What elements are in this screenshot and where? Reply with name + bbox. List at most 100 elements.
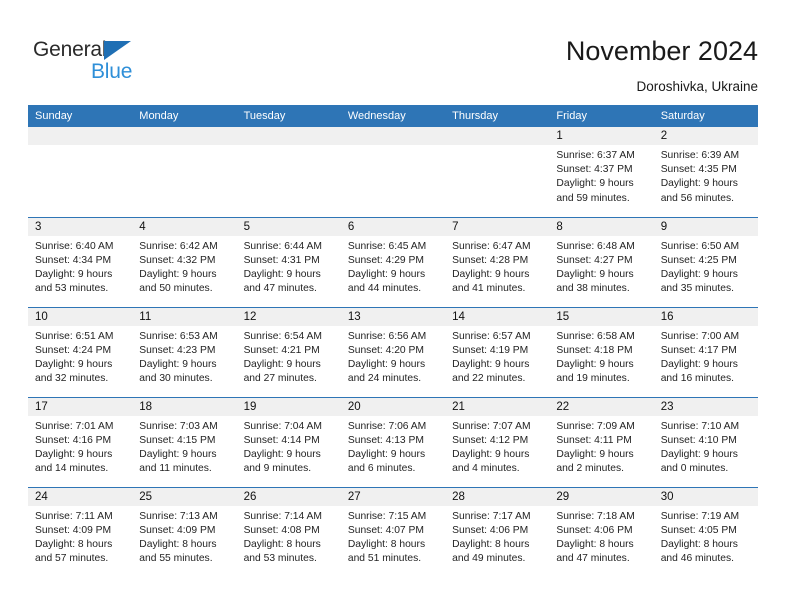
day-number: 16 bbox=[653, 307, 758, 326]
day-cell[interactable]: 19 Sunrise: 7:04 AM Sunset: 4:14 PM Dayl… bbox=[236, 396, 341, 487]
day-cell[interactable] bbox=[132, 127, 237, 217]
day-details: Sunrise: 6:50 AM Sunset: 4:25 PM Dayligh… bbox=[654, 236, 758, 297]
daylight-text-line2: and 24 minutes. bbox=[347, 373, 422, 385]
sunset-text: Sunset: 4:32 PM bbox=[139, 254, 216, 266]
daylight-text-line2: and 38 minutes. bbox=[556, 283, 630, 295]
daylight-text-line1: Daylight: 9 hours bbox=[243, 358, 321, 370]
weekday-header-saturday: Saturday bbox=[653, 105, 758, 127]
day-cell[interactable]: 23 Sunrise: 7:10 AM Sunset: 4:10 PM Dayl… bbox=[653, 396, 758, 487]
day-details: Sunrise: 7:00 AM Sunset: 4:17 PM Dayligh… bbox=[654, 326, 758, 387]
day-details: Sunrise: 6:42 AM Sunset: 4:32 PM Dayligh… bbox=[132, 236, 236, 297]
day-details: Sunrise: 6:48 AM Sunset: 4:27 PM Dayligh… bbox=[549, 236, 653, 297]
day-cell[interactable] bbox=[236, 127, 341, 217]
daylight-text-line1: Daylight: 9 hours bbox=[660, 358, 738, 370]
day-number: 11 bbox=[132, 307, 237, 326]
day-cell[interactable]: 11 Sunrise: 6:53 AM Sunset: 4:23 PM Dayl… bbox=[132, 306, 237, 397]
day-details bbox=[341, 145, 445, 149]
day-cell[interactable] bbox=[445, 127, 550, 217]
day-details: Sunrise: 6:37 AM Sunset: 4:37 PM Dayligh… bbox=[549, 145, 653, 206]
sunrise-text: Sunrise: 7:14 AM bbox=[243, 510, 322, 522]
day-details: Sunrise: 6:45 AM Sunset: 4:29 PM Dayligh… bbox=[341, 236, 445, 297]
day-cell[interactable]: 24 Sunrise: 7:11 AM Sunset: 4:09 PM Dayl… bbox=[28, 486, 133, 577]
day-details: Sunrise: 7:10 AM Sunset: 4:10 PM Dayligh… bbox=[654, 416, 758, 477]
day-cell[interactable]: 20 Sunrise: 7:06 AM Sunset: 4:13 PM Dayl… bbox=[340, 396, 446, 487]
sunrise-text: Sunrise: 6:50 AM bbox=[660, 240, 740, 252]
day-cell[interactable]: 1 Sunrise: 6:37 AM Sunset: 4:37 PM Dayli… bbox=[549, 127, 654, 217]
day-details: Sunrise: 7:13 AM Sunset: 4:09 PM Dayligh… bbox=[132, 506, 236, 567]
day-cell[interactable]: 29 Sunrise: 7:18 AM Sunset: 4:06 PM Dayl… bbox=[549, 486, 654, 577]
day-cell[interactable]: 5 Sunrise: 6:44 AM Sunset: 4:31 PM Dayli… bbox=[236, 216, 341, 307]
weekday-header-friday: Friday bbox=[549, 105, 654, 127]
day-details: Sunrise: 7:06 AM Sunset: 4:13 PM Dayligh… bbox=[341, 416, 445, 477]
daylight-text-line2: and 22 minutes. bbox=[452, 373, 526, 385]
day-cell[interactable]: 25 Sunrise: 7:13 AM Sunset: 4:09 PM Dayl… bbox=[132, 486, 237, 577]
day-cell[interactable]: 21 Sunrise: 7:07 AM Sunset: 4:12 PM Dayl… bbox=[445, 396, 550, 487]
day-cell[interactable]: 30 Sunrise: 7:19 AM Sunset: 4:05 PM Dayl… bbox=[653, 486, 758, 577]
day-cell[interactable]: 18 Sunrise: 7:03 AM Sunset: 4:15 PM Dayl… bbox=[132, 396, 237, 487]
day-cell[interactable]: 15 Sunrise: 6:58 AM Sunset: 4:18 PM Dayl… bbox=[549, 306, 654, 397]
sunset-text: Sunset: 4:31 PM bbox=[243, 254, 320, 266]
day-number bbox=[340, 127, 446, 145]
sunset-text: Sunset: 4:11 PM bbox=[556, 434, 632, 446]
page-header: General Blue November 2024 Doroshivka, U… bbox=[0, 0, 792, 100]
sunset-text: Sunset: 4:21 PM bbox=[243, 344, 320, 356]
daylight-text-line1: Daylight: 8 hours bbox=[35, 538, 113, 550]
calendar-body: 1 Sunrise: 6:37 AM Sunset: 4:37 PM Dayli… bbox=[28, 127, 758, 577]
daylight-text-line2: and 19 minutes. bbox=[556, 373, 630, 385]
day-cell[interactable]: 10 Sunrise: 6:51 AM Sunset: 4:24 PM Dayl… bbox=[28, 306, 133, 397]
day-number: 30 bbox=[653, 487, 758, 506]
daylight-text-line1: Daylight: 9 hours bbox=[347, 358, 426, 370]
day-cell[interactable]: 16 Sunrise: 7:00 AM Sunset: 4:17 PM Dayl… bbox=[653, 306, 758, 397]
day-number: 3 bbox=[28, 217, 133, 236]
daylight-text-line1: Daylight: 9 hours bbox=[452, 268, 530, 280]
sunset-text: Sunset: 4:24 PM bbox=[35, 344, 112, 356]
sunset-text: Sunset: 4:07 PM bbox=[347, 524, 424, 536]
week-row: 3 Sunrise: 6:40 AM Sunset: 4:34 PM Dayli… bbox=[28, 216, 758, 307]
sunrise-text: Sunrise: 6:53 AM bbox=[139, 330, 218, 342]
day-cell[interactable]: 12 Sunrise: 6:54 AM Sunset: 4:21 PM Dayl… bbox=[236, 306, 341, 397]
weekday-header-thursday: Thursday bbox=[445, 105, 550, 127]
daylight-text-line2: and 56 minutes. bbox=[660, 192, 734, 204]
daylight-text-line2: and 41 minutes. bbox=[452, 283, 526, 295]
day-cell[interactable] bbox=[340, 127, 446, 217]
sunrise-text: Sunrise: 6:58 AM bbox=[556, 330, 635, 342]
daylight-text-line2: and 55 minutes. bbox=[139, 553, 213, 565]
sunset-text: Sunset: 4:37 PM bbox=[556, 164, 633, 176]
sunrise-text: Sunrise: 6:54 AM bbox=[243, 330, 322, 342]
day-details: Sunrise: 7:11 AM Sunset: 4:09 PM Dayligh… bbox=[28, 506, 132, 567]
day-cell[interactable]: 3 Sunrise: 6:40 AM Sunset: 4:34 PM Dayli… bbox=[28, 216, 133, 307]
day-cell[interactable]: 9 Sunrise: 6:50 AM Sunset: 4:25 PM Dayli… bbox=[653, 216, 758, 307]
day-cell[interactable]: 28 Sunrise: 7:17 AM Sunset: 4:06 PM Dayl… bbox=[445, 486, 550, 577]
week-row: 24 Sunrise: 7:11 AM Sunset: 4:09 PM Dayl… bbox=[28, 486, 758, 577]
daylight-text-line1: Daylight: 9 hours bbox=[452, 448, 530, 460]
day-cell[interactable]: 4 Sunrise: 6:42 AM Sunset: 4:32 PM Dayli… bbox=[132, 216, 237, 307]
day-cell[interactable]: 7 Sunrise: 6:47 AM Sunset: 4:28 PM Dayli… bbox=[445, 216, 550, 307]
daylight-text-line1: Daylight: 9 hours bbox=[139, 358, 217, 370]
daylight-text-line2: and 16 minutes. bbox=[660, 373, 734, 385]
sunset-text: Sunset: 4:09 PM bbox=[139, 524, 216, 536]
sunrise-text: Sunrise: 7:18 AM bbox=[556, 510, 635, 522]
daylight-text-line2: and 27 minutes. bbox=[243, 373, 317, 385]
day-cell[interactable]: 2 Sunrise: 6:39 AM Sunset: 4:35 PM Dayli… bbox=[653, 127, 758, 217]
day-number: 9 bbox=[653, 217, 758, 236]
day-cell[interactable]: 8 Sunrise: 6:48 AM Sunset: 4:27 PM Dayli… bbox=[549, 216, 654, 307]
day-cell[interactable]: 17 Sunrise: 7:01 AM Sunset: 4:16 PM Dayl… bbox=[28, 396, 133, 487]
day-number: 26 bbox=[236, 487, 341, 506]
day-cell[interactable]: 26 Sunrise: 7:14 AM Sunset: 4:08 PM Dayl… bbox=[236, 486, 341, 577]
day-details bbox=[28, 145, 132, 149]
day-cell[interactable]: 14 Sunrise: 6:57 AM Sunset: 4:19 PM Dayl… bbox=[445, 306, 550, 397]
daylight-text-line1: Daylight: 9 hours bbox=[660, 178, 738, 190]
day-cell[interactable]: 22 Sunrise: 7:09 AM Sunset: 4:11 PM Dayl… bbox=[549, 396, 654, 487]
day-number: 27 bbox=[340, 487, 446, 506]
day-details: Sunrise: 6:56 AM Sunset: 4:20 PM Dayligh… bbox=[341, 326, 445, 387]
day-cell[interactable]: 13 Sunrise: 6:56 AM Sunset: 4:20 PM Dayl… bbox=[340, 306, 446, 397]
sunrise-text: Sunrise: 6:51 AM bbox=[35, 330, 114, 342]
daylight-text-line1: Daylight: 9 hours bbox=[35, 358, 113, 370]
daylight-text-line2: and 0 minutes. bbox=[660, 463, 729, 475]
daylight-text-line2: and 4 minutes. bbox=[452, 463, 520, 475]
day-cell[interactable]: 6 Sunrise: 6:45 AM Sunset: 4:29 PM Dayli… bbox=[340, 216, 446, 307]
sunrise-text: Sunrise: 6:56 AM bbox=[347, 330, 427, 342]
day-number bbox=[132, 127, 237, 145]
day-cell[interactable]: 27 Sunrise: 7:15 AM Sunset: 4:07 PM Dayl… bbox=[340, 486, 446, 577]
day-cell[interactable] bbox=[28, 127, 133, 217]
